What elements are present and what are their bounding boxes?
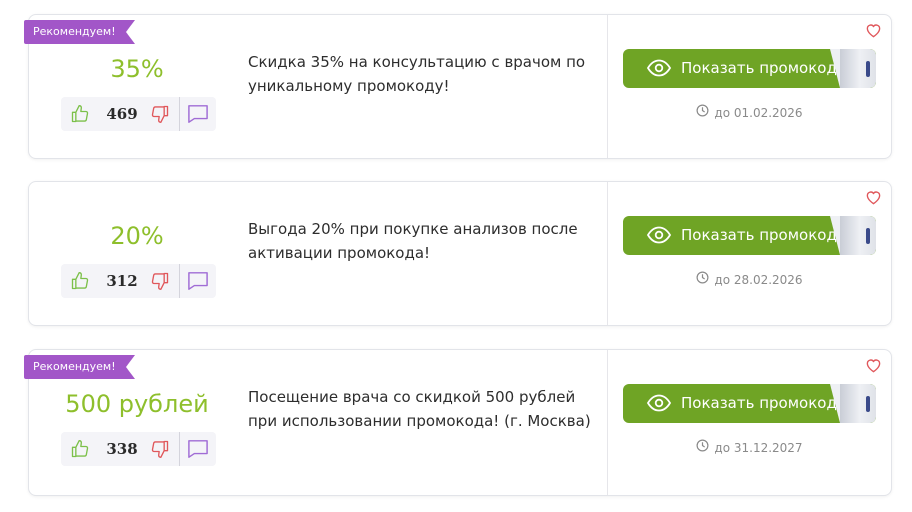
code-peel xyxy=(830,216,876,255)
recommended-badge: Рекомендуем! xyxy=(24,355,135,379)
clock-icon xyxy=(696,438,709,458)
clock-icon xyxy=(696,270,709,290)
discount-value: 35% xyxy=(110,55,164,83)
offer-card: Рекомендуем! 35% 469 Скидка 35% на консу… xyxy=(24,14,892,159)
thumbs-down-icon[interactable] xyxy=(147,432,173,466)
vote-panel: 338 xyxy=(61,432,216,466)
expiry-date: до 31.12.2027 xyxy=(623,438,876,458)
thumbs-down-icon[interactable] xyxy=(147,97,173,131)
comment-icon[interactable] xyxy=(185,432,211,466)
eye-icon xyxy=(646,58,672,82)
thumbs-up-icon[interactable] xyxy=(67,264,93,298)
vote-panel: 469 xyxy=(61,97,216,131)
recommended-badge: Рекомендуем! xyxy=(24,20,135,44)
code-peel xyxy=(830,49,876,88)
button-label: Показать промокод xyxy=(681,59,837,77)
show-promocode-button[interactable]: Показать промокод xyxy=(623,384,876,423)
card-divider xyxy=(607,350,608,495)
button-label: Показать промокод xyxy=(681,226,837,244)
heart-icon[interactable] xyxy=(865,190,882,209)
offer-card: Рекомендуем! 500 рублей 338 Посещение вр… xyxy=(24,349,892,496)
expiry-text: до 01.02.2026 xyxy=(714,106,803,120)
expiry-text: до 31.12.2027 xyxy=(714,441,803,455)
button-label: Показать промокод xyxy=(681,394,837,412)
discount-value: 500 рублей xyxy=(65,390,209,418)
heart-icon[interactable] xyxy=(865,23,882,42)
vote-count: 338 xyxy=(106,440,138,458)
card-divider xyxy=(607,182,608,325)
vote-divider xyxy=(179,97,180,131)
vote-divider xyxy=(179,432,180,466)
discount-value: 20% xyxy=(110,222,164,250)
expiry-date: до 28.02.2026 xyxy=(623,270,876,290)
vote-count: 469 xyxy=(106,105,138,123)
offer-description: Выгода 20% при покупке анализов после ак… xyxy=(248,220,578,262)
thumbs-up-icon[interactable] xyxy=(67,97,93,131)
vote-count: 312 xyxy=(106,272,138,290)
eye-icon xyxy=(646,225,672,249)
code-peel xyxy=(830,384,876,423)
vote-divider xyxy=(179,264,180,298)
thumbs-up-icon[interactable] xyxy=(67,432,93,466)
expiry-text: до 28.02.2026 xyxy=(714,273,803,287)
offer-card: 20% 312 Выгода 20% при покупке анализов … xyxy=(28,181,892,326)
card-divider xyxy=(607,15,608,158)
comment-icon[interactable] xyxy=(185,97,211,131)
offer-description: Скидка 35% на консультацию с врачом по у… xyxy=(248,53,586,95)
comment-icon[interactable] xyxy=(185,264,211,298)
show-promocode-button[interactable]: Показать промокод xyxy=(623,216,876,255)
clock-icon xyxy=(696,103,709,123)
expiry-date: до 01.02.2026 xyxy=(623,103,876,123)
vote-panel: 312 xyxy=(61,264,216,298)
thumbs-down-icon[interactable] xyxy=(147,264,173,298)
show-promocode-button[interactable]: Показать промокод xyxy=(623,49,876,88)
eye-icon xyxy=(646,393,672,417)
heart-icon[interactable] xyxy=(865,358,882,377)
offer-description: Посещение врача со скидкой 500 рублей пр… xyxy=(248,388,591,430)
